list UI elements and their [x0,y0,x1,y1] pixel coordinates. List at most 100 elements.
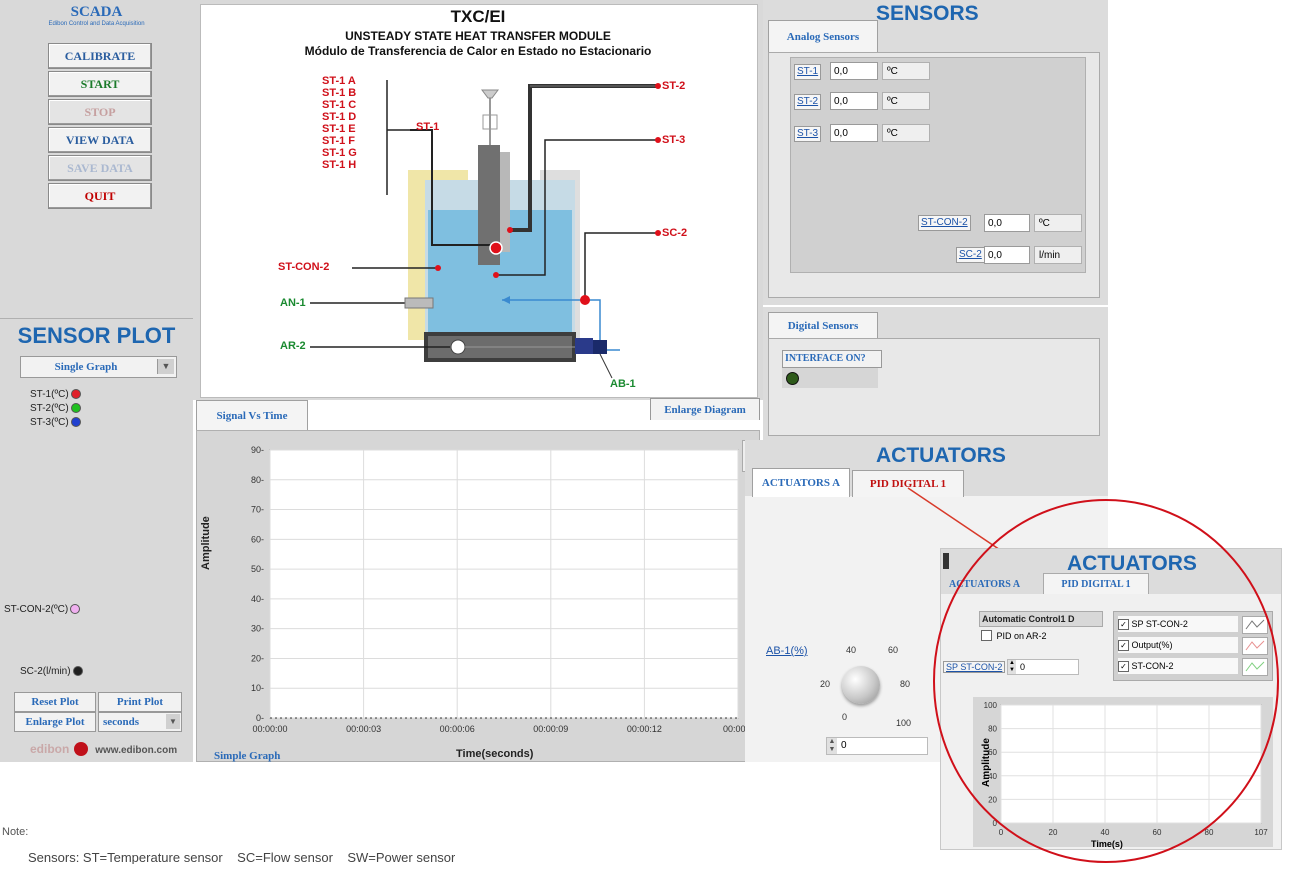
highlight-circle [933,499,1279,863]
start-button[interactable]: START [48,71,152,97]
calibrate-button[interactable]: CALIBRATE [48,43,152,69]
chart-xlabel: Time(seconds) [456,748,534,760]
ar2-label: AR-2 [280,340,306,352]
enlarge-plot-button[interactable]: Enlarge Plot [14,712,96,732]
interface-on-label: INTERFACE ON? [782,350,882,368]
knob-tick-20: 20 [820,679,831,689]
legend-item-stcon2[interactable]: ST-CON-2(ºC) [4,604,81,615]
time-unit-select[interactable]: seconds ▼ [98,712,182,732]
reset-plot-button[interactable]: Reset Plot [14,692,96,712]
y-tick-label: 70- [251,505,264,515]
tab-actuators-a[interactable]: ACTUATORS A [752,468,850,497]
an1-label: AN-1 [280,297,306,309]
st3-value: 0,0 [830,124,878,142]
app-name: SCADA [70,4,123,20]
knob-tick-60: 60 [888,645,899,655]
stcon2-unit: ºC [1034,214,1082,232]
x-tick-label: 00:00:09 [533,724,568,734]
website-link[interactable]: www.edibon.com [95,745,177,756]
tab-analog-sensors[interactable]: Analog Sensors [768,20,878,53]
interface-led-indicator [782,368,878,388]
legend-item-st3[interactable]: ST-3(ºC) [30,417,81,428]
legend-item-st2[interactable]: ST-2(ºC) [30,403,81,414]
st2-unit: ºC [882,92,930,110]
note-text: Sensors: ST=Temperature sensor SC=Flow s… [28,850,456,864]
tab-signal-vs-time[interactable]: Signal Vs Time [196,400,308,431]
graph-mode-select[interactable]: Single Graph ▼ [20,356,177,378]
diagram-code: TXC/EI [450,7,506,26]
save-data-button[interactable]: SAVE DATA [48,155,152,181]
legend-item-st1[interactable]: ST-1(ºC) [30,389,81,400]
st2-sensor-label: ST-2 [794,94,822,110]
legend-dot-icon [72,666,83,677]
tab-simple-graph[interactable]: Simple Graph [214,750,280,762]
ab1-label: AB-1(%) [766,645,808,657]
knob-tick-100: 100 [896,718,912,728]
time-unit-value: seconds [103,716,140,728]
knob-tick-0: 0 [842,712,848,722]
plot-area [269,449,739,719]
y-tick-label: 90- [251,445,264,455]
st3-sensor-label: ST-3 [794,126,822,142]
sc2-value: 0,0 [984,246,1030,264]
enlarge-diagram-button[interactable]: Enlarge Diagram [650,398,760,422]
stcon2-sensor-label: ST-CON-2 [918,215,971,231]
x-tick-label: 00:00:12 [627,724,662,734]
y-tick-label: 60- [251,534,264,544]
legend-dot-icon [70,417,81,428]
st1-value: 0,0 [830,62,878,80]
knob-tick-80: 80 [900,679,911,689]
diagram-title-en: UNSTEADY STATE HEAT TRANSFER MODULE [345,29,611,43]
signal-chart: 0- 10- 20- 30- 40- 50- 60- 70- 80- 90- 00:00:00 00:… [251,445,753,734]
sensor-plot-title: SENSOR PLOT [17,323,176,348]
stcon2-value: 0,0 [984,214,1030,232]
logo-text: edibon [30,742,70,756]
st3-label: ST-3 [662,134,686,146]
legend-dot-icon [70,403,81,414]
chevron-down-icon: ▼ [157,359,174,374]
y-tick-label: 50- [251,564,264,574]
analog-sensors-inner [790,57,1086,273]
st1-unit: ºC [882,62,930,80]
actuators-title: ACTUATORS [876,444,1006,467]
ab1-numeric-input[interactable]: ▲ ▼ 0 [826,737,928,755]
legend-label: SC-2(l/min) [20,666,71,677]
legend-label: ST-2(ºC) [30,403,69,414]
y-tick-label: 80- [251,475,264,485]
note-heading: Note: [2,826,29,838]
logo-circle-icon [73,741,88,756]
y-tick-label: 30- [251,624,264,634]
knob-tick-40: 40 [846,645,857,655]
led-icon [786,372,799,385]
st2-value: 0,0 [830,92,878,110]
quit-button[interactable]: QUIT [48,183,152,209]
legend-label: ST-CON-2(ºC) [4,604,69,615]
stop-button[interactable]: STOP [48,99,152,125]
st1-label: ST-1 [416,121,440,133]
legend-label: ST-3(ºC) [30,417,69,428]
sensors-divider [763,305,1108,307]
graph-mode-value: Single Graph [54,361,118,373]
ab1-knob[interactable] [842,666,880,704]
edibon-logo: edibon www.edibon.com [30,740,177,760]
print-plot-button[interactable]: Print Plot [98,692,182,712]
y-tick-label: 40- [251,594,264,604]
chart-ylabel: Amplitude [200,516,212,570]
st3-unit: ºC [882,124,930,142]
legend-label: ST-1(ºC) [30,389,69,400]
chevron-down-icon: ▼ [166,714,180,729]
st2-label: ST-2 [662,80,686,92]
sc2-label: SC-2 [662,227,688,239]
stcon2-label: ST-CON-2 [278,261,330,273]
legend-item-sc2[interactable]: SC-2(l/min) [20,666,83,677]
y-tick-label: 10- [251,683,264,693]
view-data-button[interactable]: VIEW DATA [48,127,152,153]
stepper-icon[interactable]: ▲ ▼ [827,738,837,754]
x-tick-label: 00:00:03 [346,724,381,734]
x-tick-label: 00:00:06 [440,724,475,734]
legend-dot-icon [70,389,81,400]
tab-digital-sensors[interactable]: Digital Sensors [768,312,878,339]
y-tick-label: 20- [251,653,264,663]
sc2-unit: l/min [1034,246,1082,264]
y-tick-label: 0- [256,713,264,723]
